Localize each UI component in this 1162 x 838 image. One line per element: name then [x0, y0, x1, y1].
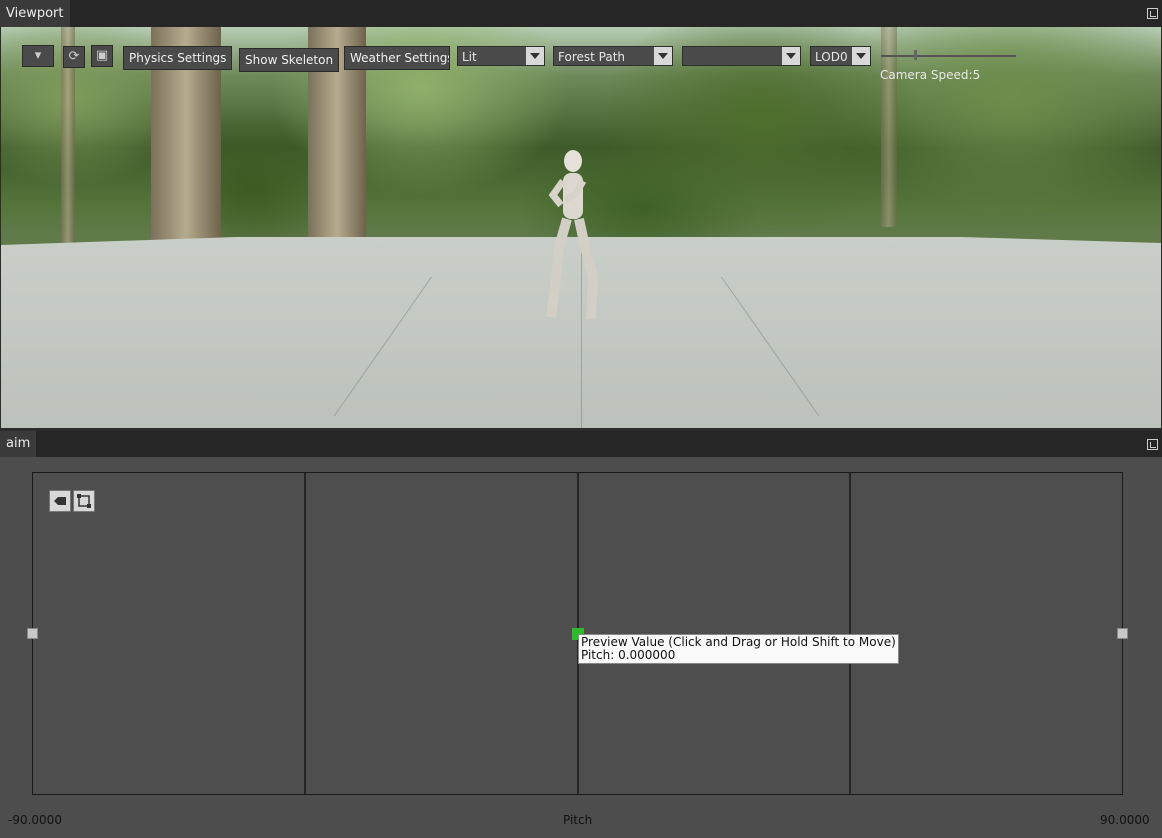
dropdown-icon[interactable]: ▾	[22, 45, 54, 67]
viewport-tab[interactable]: Viewport	[0, 0, 70, 27]
lod-select[interactable]: LOD0	[810, 46, 871, 66]
grid-line	[304, 473, 306, 794]
character-mannequin[interactable]	[541, 147, 611, 327]
axis-max-label: 90.0000	[1100, 813, 1150, 827]
environment-value: Forest Path	[558, 50, 626, 64]
viewport-tabbar: Viewport	[0, 0, 1162, 27]
fullscreen-icon[interactable]: ▣	[91, 45, 113, 67]
fit-view-icon[interactable]	[73, 490, 95, 512]
camera-speed-slider[interactable]	[881, 55, 1016, 57]
tree-trunk	[881, 27, 897, 227]
sample-point-max[interactable]	[1117, 628, 1128, 639]
axis-name-label: Pitch	[563, 813, 593, 827]
weather-settings-button[interactable]: Weather Settings	[344, 46, 450, 70]
chevron-down-icon	[654, 47, 672, 65]
chevron-down-icon	[526, 47, 544, 65]
tooltip-line-2: Pitch: 0.000000	[581, 648, 676, 662]
aim-tabbar: aim	[0, 431, 1162, 458]
viewport-scene[interactable]: ▾ ⟳ ▣ Physics Settings Show Skeleton Wea…	[1, 27, 1161, 428]
show-skeleton-button[interactable]: Show Skeleton	[239, 48, 340, 72]
pin-icon[interactable]	[1147, 439, 1158, 450]
sample-point-min[interactable]	[27, 628, 38, 639]
environment-select[interactable]: Forest Path	[553, 46, 673, 66]
physics-settings-button[interactable]: Physics Settings	[123, 46, 233, 70]
aim-tab[interactable]: aim	[0, 431, 37, 457]
chevron-down-icon	[852, 47, 870, 65]
camera-speed-slider-thumb[interactable]	[914, 50, 917, 60]
view-mode-value: Lit	[462, 50, 477, 64]
lod-value: LOD0	[815, 50, 848, 64]
axis-min-label: -90.0000	[8, 813, 62, 827]
pin-icon[interactable]	[1147, 8, 1158, 19]
tag-icon[interactable]	[49, 490, 71, 512]
chevron-down-icon	[782, 47, 800, 65]
refresh-icon[interactable]: ⟳	[63, 46, 85, 68]
camera-speed-label: Camera Speed:5	[880, 68, 981, 82]
empty-select[interactable]	[682, 46, 801, 66]
view-mode-select[interactable]: Lit	[457, 46, 545, 66]
preview-tooltip: Preview Value (Click and Drag or Hold Sh…	[578, 634, 899, 664]
